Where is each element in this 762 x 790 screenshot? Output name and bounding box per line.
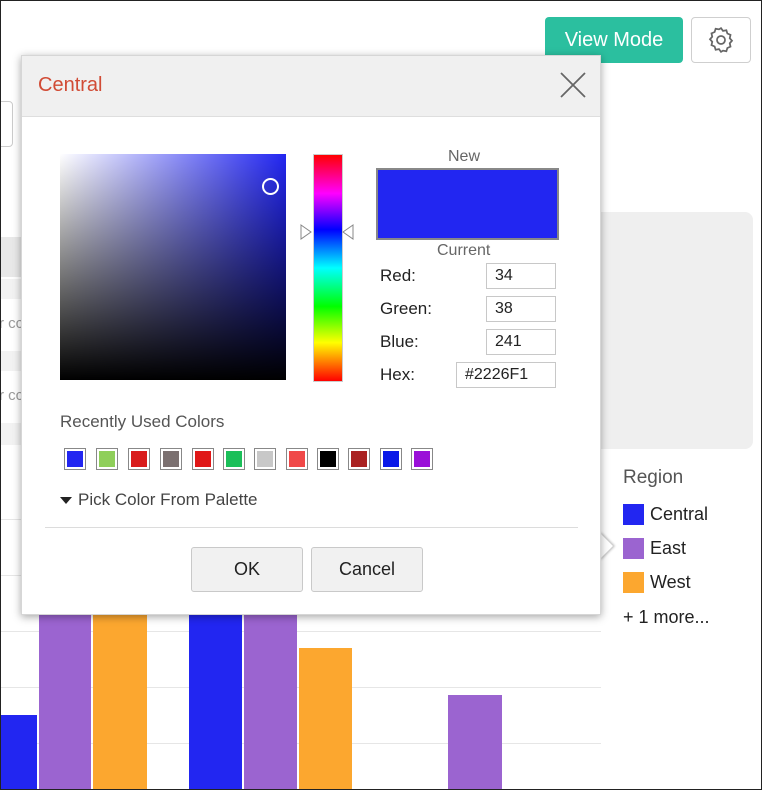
background-row: [1, 351, 23, 371]
recent-color-swatch[interactable]: [128, 448, 150, 470]
hue-handle-left-icon[interactable]: [300, 224, 312, 240]
background-text: r cc: [0, 387, 24, 404]
app-window: View Mode r cc r cc Region Central East …: [0, 0, 762, 790]
legend-label: Central: [650, 504, 709, 524]
dialog-title: Central: [38, 74, 103, 96]
dialog-pointer: [599, 532, 613, 560]
settings-button[interactable]: [691, 17, 751, 63]
recent-color-swatch[interactable]: [411, 448, 433, 470]
legend-label: East: [650, 538, 687, 558]
green-input[interactable]: [486, 296, 556, 322]
blue-input[interactable]: [486, 329, 556, 355]
red-input[interactable]: [486, 263, 556, 289]
legend-title: Region: [623, 467, 684, 488]
green-label: Green:: [380, 299, 432, 318]
palette-toggle-label: Pick Color From Palette: [78, 490, 258, 509]
recent-colors-label: Recently Used Colors: [60, 412, 225, 431]
recent-color-swatch[interactable]: [96, 448, 118, 470]
recent-color-swatch[interactable]: [223, 448, 245, 470]
chart-bar-east[interactable]: [39, 601, 91, 789]
legend-swatch: [623, 572, 644, 593]
legend-label: West: [650, 572, 691, 592]
close-button[interactable]: [556, 68, 590, 102]
pick-from-palette-toggle[interactable]: Pick Color From Palette: [60, 490, 258, 510]
background-text: r cc: [0, 315, 24, 332]
recent-color-swatch[interactable]: [192, 448, 214, 470]
recent-color-swatch[interactable]: [64, 448, 86, 470]
legend-more-link[interactable]: + 1 more...: [623, 607, 710, 628]
color-picker-dialog: Central New Current Red: Gre: [21, 55, 601, 615]
ok-button[interactable]: OK: [191, 547, 303, 592]
new-color-label: New: [448, 148, 481, 165]
hue-slider[interactable]: [313, 154, 343, 382]
filter-field[interactable]: [1, 101, 13, 147]
legend-swatch: [623, 538, 644, 559]
recent-color-swatch[interactable]: [286, 448, 308, 470]
legend-item-central[interactable]: Central: [623, 504, 708, 525]
background-panel: [591, 212, 753, 449]
saturation-value-picker[interactable]: [60, 154, 286, 380]
hex-label: Hex:: [380, 365, 415, 384]
close-icon: [560, 72, 586, 98]
recent-color-swatch[interactable]: [317, 448, 339, 470]
red-label: Red:: [380, 266, 416, 285]
chart-gridline: [1, 631, 601, 632]
chart-bar-central[interactable]: [1, 715, 37, 789]
chart-bar-east[interactable]: [448, 695, 502, 789]
legend-item-west[interactable]: West: [623, 572, 691, 593]
recent-color-swatch[interactable]: [160, 448, 182, 470]
chart-bar-central[interactable]: [189, 601, 242, 789]
hex-input[interactable]: [456, 362, 556, 388]
caret-down-icon: [60, 496, 72, 504]
sv-marker-handle[interactable]: [262, 178, 279, 195]
chart-bar-west[interactable]: [93, 601, 147, 789]
dialog-divider: [45, 527, 578, 528]
legend-item-east[interactable]: East: [623, 538, 686, 559]
blue-label: Blue:: [380, 332, 419, 351]
legend-swatch: [623, 504, 644, 525]
new-color-swatch: [378, 170, 557, 238]
background-row: [1, 237, 23, 277]
cancel-button[interactable]: Cancel: [311, 547, 423, 592]
gear-icon: [708, 26, 734, 54]
recent-color-swatch[interactable]: [380, 448, 402, 470]
background-row: [1, 279, 23, 299]
dialog-header: Central: [22, 56, 600, 117]
recent-color-swatch[interactable]: [348, 448, 370, 470]
current-color-label: Current: [437, 242, 491, 259]
hue-handle-right-icon[interactable]: [342, 224, 354, 240]
chart-bar-east[interactable]: [244, 601, 297, 789]
background-row: [1, 423, 23, 445]
recent-color-swatch[interactable]: [254, 448, 276, 470]
chart-bar-west[interactable]: [299, 648, 352, 789]
color-preview: [376, 168, 559, 240]
